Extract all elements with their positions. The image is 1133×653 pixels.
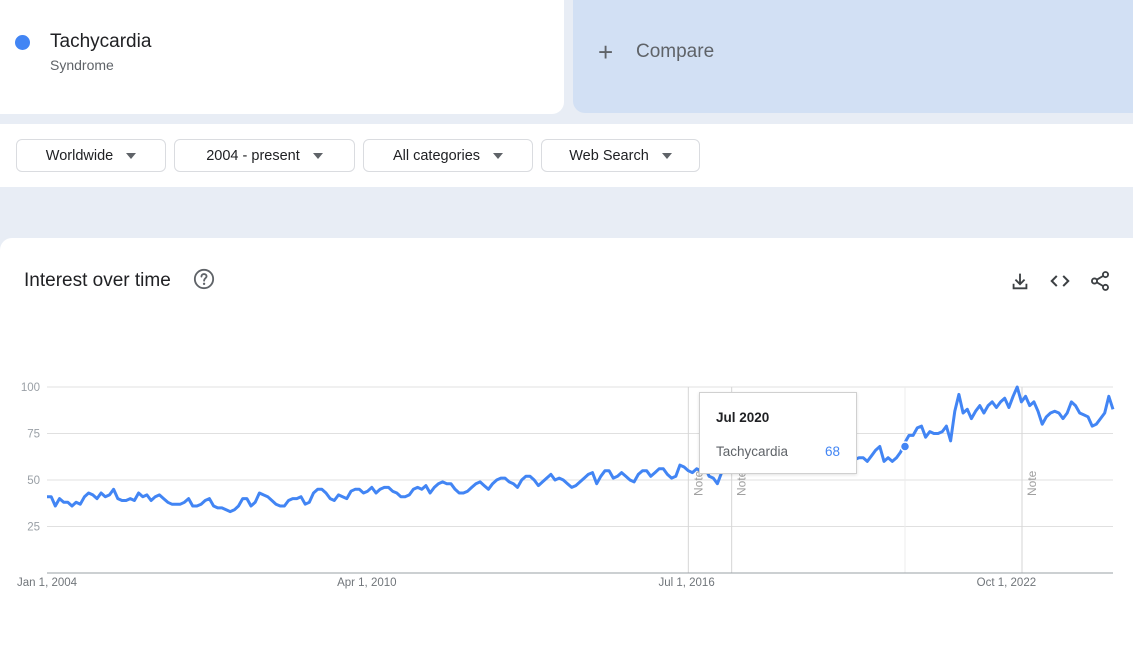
category-filter[interactable]: All categories (363, 139, 533, 172)
download-icon[interactable] (1009, 270, 1031, 292)
tooltip-term: Tachycardia (716, 444, 789, 459)
dropdown-arrow-icon (661, 152, 672, 159)
tooltip-date: Jul 2020 (716, 410, 770, 425)
share-icon[interactable] (1089, 270, 1111, 292)
search-type-filter-label: Web Search (569, 147, 649, 164)
term-type: Syndrome (50, 57, 114, 73)
tooltip-value: 68 (824, 444, 840, 459)
term-name: Tachycardia (50, 31, 152, 52)
compare-label: Compare (636, 41, 715, 62)
location-filter-label: Worldwide (45, 147, 114, 164)
dropdown-arrow-icon (493, 152, 504, 159)
help-circle-icon[interactable] (193, 268, 215, 290)
dropdown-arrow-icon (126, 152, 137, 159)
category-filter-label: All categories (392, 147, 481, 164)
term-color-dot (15, 35, 30, 50)
chart-tooltip: Jul 2020 Tachycardia 68 (699, 392, 857, 474)
compare-card[interactable]: + Compare (573, 0, 1133, 113)
search-term-card[interactable]: Tachycardia Syndrome (0, 0, 564, 114)
search-type-filter[interactable]: Web Search (541, 139, 700, 172)
chart-title: Interest over time (24, 270, 171, 291)
time-range-filter-label: 2004 - present (206, 147, 300, 164)
dropdown-arrow-icon (312, 152, 323, 159)
time-range-filter[interactable]: 2004 - present (174, 139, 355, 172)
interest-over-time-card: Interest over time (0, 238, 1133, 653)
filter-bar: Worldwide 2004 - present All categories … (0, 124, 1133, 187)
plus-icon: + (598, 37, 614, 67)
location-filter[interactable]: Worldwide (16, 139, 166, 172)
embed-code-icon[interactable] (1049, 270, 1071, 292)
